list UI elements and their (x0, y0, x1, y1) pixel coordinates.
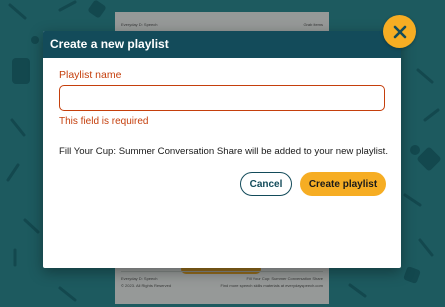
dialog-title: Create a new playlist (50, 37, 169, 51)
create-playlist-dialog: Create a new playlist Playlist name This… (43, 31, 401, 268)
playlist-name-input[interactable] (59, 85, 385, 111)
create-playlist-button[interactable]: Create playlist (300, 172, 386, 196)
playlist-info-message: Fill Your Cup: Summer Conversation Share… (59, 146, 389, 157)
close-button[interactable] (383, 15, 416, 48)
cancel-button[interactable]: Cancel (240, 172, 292, 196)
field-error-message: This field is required (59, 116, 149, 127)
dialog-header: Create a new playlist (43, 31, 401, 58)
playlist-name-label: Playlist name (59, 69, 122, 81)
close-icon (393, 25, 406, 38)
